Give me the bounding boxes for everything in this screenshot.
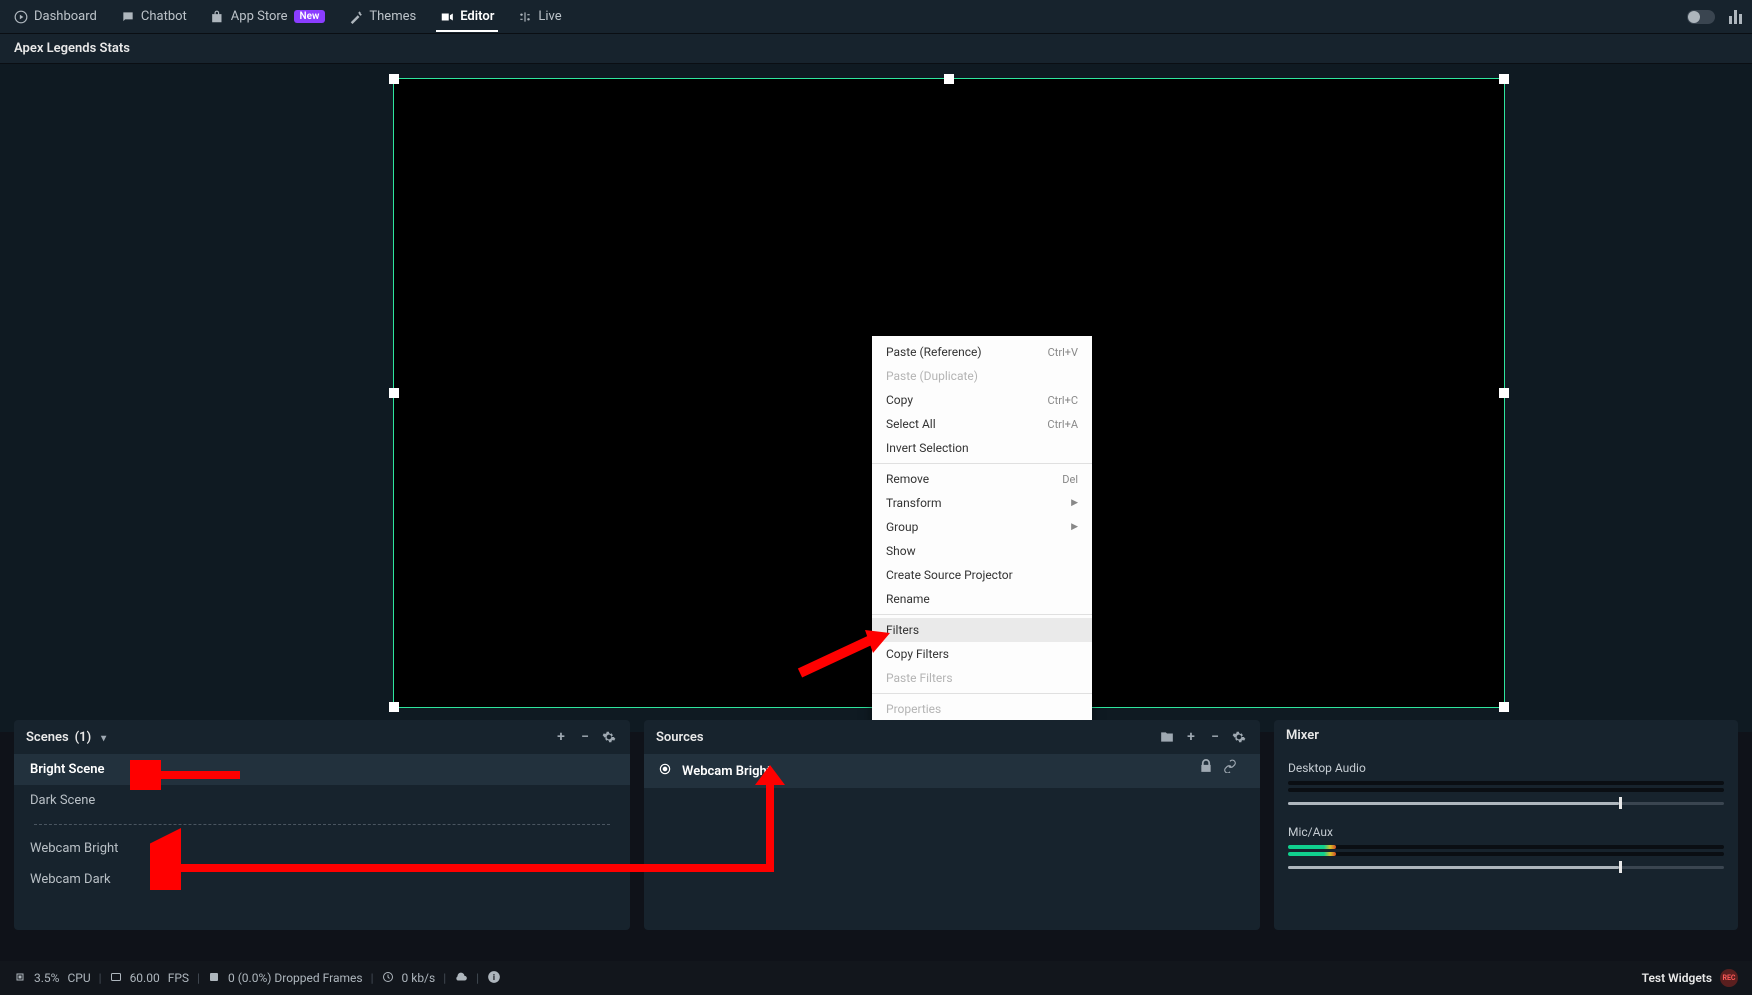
- fps-icon: [110, 971, 122, 986]
- link-icon[interactable]: [1223, 758, 1237, 777]
- scenes-list: Bright SceneDark Scene Webcam BrightWebca…: [14, 754, 630, 930]
- ctx-properties: Properties: [872, 697, 1092, 721]
- source-item[interactable]: Webcam Bright: [644, 754, 1260, 788]
- bottom-panels: Scenes (1) + − Bright SceneDark Scene Web…: [14, 720, 1738, 930]
- scenes-panel: Scenes (1) + − Bright SceneDark Scene Web…: [14, 720, 630, 930]
- mixer-volume-slider[interactable]: [1288, 802, 1724, 805]
- remove-scene-button[interactable]: −: [576, 728, 594, 746]
- remove-source-button[interactable]: −: [1206, 728, 1224, 746]
- ctx-group[interactable]: Group▶: [872, 515, 1092, 539]
- resize-handle-nw[interactable]: [389, 74, 399, 84]
- scene-item[interactable]: Dark Scene: [14, 785, 630, 816]
- subheader: Apex Legends Stats: [0, 34, 1752, 64]
- resize-handle-e[interactable]: [1499, 388, 1509, 398]
- chat-icon: [121, 10, 135, 24]
- ctx-paste-filters: Paste Filters: [872, 666, 1092, 690]
- nav-app-store[interactable]: App StoreNew: [207, 1, 330, 32]
- context-menu: Paste (Reference)Ctrl+VPaste (Duplicate)…: [872, 336, 1092, 756]
- mixer-channel-label: Desktop Audio: [1288, 761, 1724, 775]
- fps-label: FPS: [168, 971, 189, 985]
- ctx-rename[interactable]: Rename: [872, 587, 1092, 611]
- bag-icon: [211, 10, 225, 24]
- mixer-channel-label: Mic/Aux: [1288, 825, 1724, 839]
- ctx-filters[interactable]: Filters: [872, 618, 1092, 642]
- nav-editor[interactable]: Editor: [436, 1, 498, 32]
- mixer-meter: [1288, 852, 1724, 856]
- ctx-paste-duplicate-: Paste (Duplicate): [872, 364, 1092, 388]
- cpu-value: 3.5%: [34, 971, 59, 985]
- record-button[interactable]: REC: [1720, 969, 1738, 987]
- dropped-frames: 0 (0.0%) Dropped Frames: [228, 971, 363, 985]
- ctx-invert-selection[interactable]: Invert Selection: [872, 436, 1092, 460]
- ctx-remove[interactable]: RemoveDel: [872, 467, 1092, 491]
- nav-chatbot[interactable]: Chatbot: [117, 1, 191, 32]
- dark-mode-toggle[interactable]: [1687, 10, 1715, 24]
- target-icon: [658, 762, 672, 780]
- sources-title: Sources: [656, 730, 704, 745]
- ctx-transform[interactable]: Transform▶: [872, 491, 1092, 515]
- mixer-channel: Mic/Aux: [1274, 815, 1738, 879]
- nav-dashboard[interactable]: Dashboard: [10, 1, 101, 32]
- scenes-title: Scenes: [26, 730, 69, 745]
- source-row-actions: [1199, 758, 1237, 777]
- add-scene-button[interactable]: +: [552, 728, 570, 746]
- resize-handle-n[interactable]: [944, 74, 954, 84]
- add-source-button[interactable]: +: [1182, 728, 1200, 746]
- svg-text:i: i: [493, 971, 495, 981]
- chevron-down-icon[interactable]: [97, 730, 106, 745]
- cpu-icon: [14, 971, 26, 986]
- sources-list: Webcam Bright: [644, 754, 1260, 930]
- audio-levels-icon[interactable]: [1729, 10, 1742, 24]
- play-circle-icon: [14, 10, 28, 24]
- page-title: Apex Legends Stats: [14, 41, 130, 56]
- resize-handle-se[interactable]: [1499, 702, 1509, 712]
- ctx-paste-reference-[interactable]: Paste (Reference)Ctrl+V: [872, 340, 1092, 364]
- bitrate-value: 0 kb/s: [402, 971, 436, 985]
- nav-themes[interactable]: Themes: [345, 1, 420, 32]
- mixer-volume-slider[interactable]: [1288, 866, 1724, 869]
- scene-item[interactable]: Webcam Bright: [14, 833, 630, 864]
- source-settings-button[interactable]: [1230, 728, 1248, 746]
- status-bar: 3.5% CPU | 60.00 FPS | 0 (0.0%) Dropped …: [0, 961, 1752, 995]
- mixer-panel: Mixer Desktop Audio Mic/Aux: [1274, 720, 1738, 930]
- add-folder-button[interactable]: [1158, 728, 1176, 746]
- scenes-count: (1): [75, 730, 92, 745]
- nav-live[interactable]: Live: [514, 1, 565, 32]
- info-icon[interactable]: i: [487, 970, 501, 987]
- mixer-meter: [1288, 781, 1724, 785]
- fps-value: 60.00: [130, 971, 160, 985]
- lock-icon[interactable]: [1199, 758, 1213, 777]
- mixer-title: Mixer: [1286, 728, 1319, 743]
- sources-panel: Sources + − Webcam Bright: [644, 720, 1260, 930]
- cpu-label: CPU: [67, 971, 90, 985]
- scene-settings-button[interactable]: [600, 728, 618, 746]
- mixer-channel: Desktop Audio: [1274, 751, 1738, 815]
- cloud-icon[interactable]: [454, 970, 468, 987]
- camera-icon: [440, 10, 454, 24]
- ctx-copy[interactable]: CopyCtrl+C: [872, 388, 1092, 412]
- resize-handle-ne[interactable]: [1499, 74, 1509, 84]
- equalizer-icon: [518, 10, 532, 24]
- ctx-select-all[interactable]: Select AllCtrl+A: [872, 412, 1092, 436]
- ctx-create-source-projector[interactable]: Create Source Projector: [872, 563, 1092, 587]
- resize-handle-w[interactable]: [389, 388, 399, 398]
- mixer-meter: [1288, 788, 1724, 792]
- resize-handle-sw[interactable]: [389, 702, 399, 712]
- mixer-body: Desktop Audio Mic/Aux: [1274, 751, 1738, 930]
- ctx-copy-filters[interactable]: Copy Filters: [872, 642, 1092, 666]
- wand-icon: [349, 10, 363, 24]
- test-widgets-button[interactable]: Test Widgets: [1642, 971, 1712, 985]
- new-badge: New: [294, 10, 326, 23]
- ctx-show[interactable]: Show: [872, 539, 1092, 563]
- bitrate-icon: [382, 971, 394, 986]
- scene-item[interactable]: Bright Scene: [14, 754, 630, 785]
- scene-item[interactable]: Webcam Dark: [14, 864, 630, 895]
- dropped-icon: [208, 971, 220, 986]
- mixer-meter: [1288, 845, 1724, 849]
- top-nav: Dashboard Chatbot App StoreNew Themes Editor…: [0, 0, 1752, 34]
